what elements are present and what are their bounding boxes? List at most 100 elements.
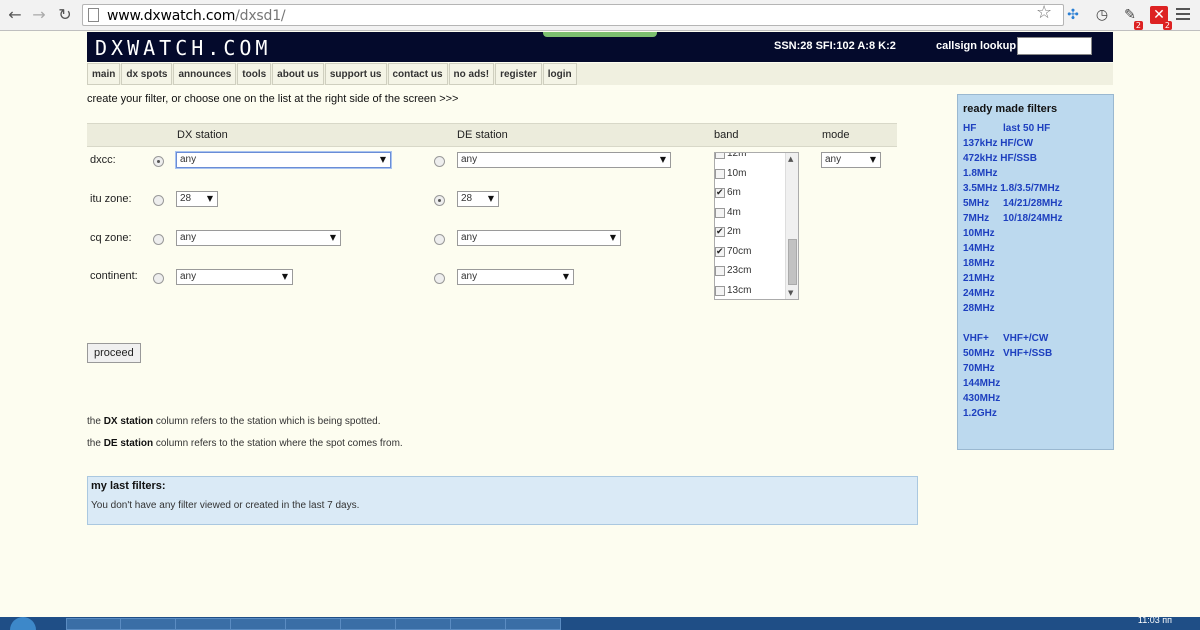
cq-de-radio[interactable] xyxy=(434,234,445,245)
cq-dx-select[interactable]: any ▼ xyxy=(176,230,341,246)
menu-item-main[interactable]: main xyxy=(87,63,121,85)
chevron-down-icon: ▼ xyxy=(562,272,569,281)
header-tab[interactable] xyxy=(543,32,657,37)
menu-icon[interactable] xyxy=(1176,8,1190,20)
menu-item-login[interactable]: login xyxy=(542,63,577,85)
taskbar-app-explorer[interactable] xyxy=(66,618,122,630)
filter-link[interactable]: 7MHz xyxy=(963,213,989,224)
taskbar-app-5[interactable] xyxy=(285,618,341,630)
mode-select[interactable]: any ▼ xyxy=(821,152,881,168)
band-option-label: 70cm xyxy=(727,245,752,257)
taskbar-app-8[interactable] xyxy=(450,618,506,630)
scroll-up-icon[interactable]: ▲ xyxy=(788,155,793,163)
filter-link[interactable]: 472kHz HF/SSB xyxy=(963,153,1037,164)
itu-dx-radio[interactable] xyxy=(153,195,164,206)
filter-link[interactable]: 28MHz xyxy=(963,303,995,314)
filter-link[interactable]: VHF+/CW xyxy=(1003,333,1048,344)
continent-de-select[interactable]: any ▼ xyxy=(457,269,574,285)
taskbar-app-media[interactable] xyxy=(120,618,176,630)
scroll-down-icon[interactable]: ▼ xyxy=(788,289,793,297)
cq-zone-label: cq zone: xyxy=(90,232,132,244)
filter-link[interactable]: last 50 HF xyxy=(1003,123,1050,134)
address-bar[interactable]: www.dxwatch.com/dxsd1/ xyxy=(82,4,1064,26)
filter-link[interactable]: 70MHz xyxy=(963,363,995,374)
filter-link[interactable]: 24MHz xyxy=(963,288,995,299)
band-list[interactable]: 12m 10m ✔ 6m 4m ✔ 2m ✔ 70cm 23cm 13cm ▲ ▼ xyxy=(714,152,799,300)
menu-item-announces[interactable]: announces xyxy=(173,63,237,85)
extension-icon[interactable]: ✣ xyxy=(1064,6,1082,24)
filter-link[interactable]: 137kHz HF/CW xyxy=(963,138,1033,149)
checkbox-checked-icon[interactable]: ✔ xyxy=(715,227,725,237)
band-list-scrollbar[interactable]: ▲ ▼ xyxy=(785,153,798,299)
start-button[interactable] xyxy=(10,617,36,630)
filter-link[interactable]: 21MHz xyxy=(963,273,995,284)
filter-link[interactable]: 50MHz xyxy=(963,348,995,359)
filter-row: 430MHz xyxy=(963,393,1000,404)
filter-link[interactable]: VHF+ xyxy=(963,333,989,344)
filter-link[interactable]: 3.5MHz 1.8/3.5/7MHz xyxy=(963,183,1060,194)
filter-table-header: DX station DE station band mode xyxy=(87,123,897,147)
menu-item-no-ads[interactable]: no ads! xyxy=(448,63,495,85)
filter-link[interactable]: 144MHz xyxy=(963,378,1000,389)
checkbox-icon[interactable] xyxy=(715,266,725,276)
callsign-lookup-input[interactable] xyxy=(1017,37,1092,55)
site-logo[interactable]: DXWATCH.COM xyxy=(95,36,271,60)
checkbox-icon[interactable] xyxy=(715,168,725,179)
filter-link[interactable]: 1.8MHz xyxy=(963,168,997,179)
itu-de-radio[interactable] xyxy=(434,195,445,206)
dxcc-label: dxcc: xyxy=(90,154,116,166)
filter-link[interactable]: 1.2GHz xyxy=(963,408,997,419)
itu-de-select[interactable]: 28 ▼ xyxy=(457,191,499,207)
menu-item-tools[interactable]: tools xyxy=(237,63,272,85)
filter-link[interactable]: 10MHz xyxy=(963,228,995,239)
checkbox-icon[interactable] xyxy=(715,207,725,218)
tools-extension-icon[interactable]: ✎ 2 xyxy=(1121,6,1143,30)
filter-link[interactable]: 18MHz xyxy=(963,258,995,269)
filter-row: 1.8MHz xyxy=(963,168,997,179)
dxcc-de-select[interactable]: any ▼ xyxy=(457,152,671,168)
cq-dx-radio[interactable] xyxy=(153,234,164,245)
filter-link[interactable]: HF xyxy=(963,123,976,134)
taskbar-app-chrome[interactable] xyxy=(175,618,231,630)
filter-link[interactable]: 14MHz xyxy=(963,243,995,254)
checkbox-icon[interactable] xyxy=(715,285,725,296)
reload-icon[interactable]: ↻ xyxy=(54,4,76,26)
adblock-extension-icon[interactable]: ✕ 2 xyxy=(1150,6,1172,30)
forward-arrow-icon[interactable]: → xyxy=(28,4,50,26)
continent-dx-radio[interactable] xyxy=(153,273,164,284)
itu-dx-select[interactable]: 28 ▼ xyxy=(176,191,218,207)
filter-link[interactable]: 430MHz xyxy=(963,393,1000,404)
cq-de-select[interactable]: any ▼ xyxy=(457,230,621,246)
filter-row: 5MHz 14/21/28MHz xyxy=(963,198,1062,209)
band-option-label: 12m xyxy=(727,152,747,159)
proceed-button[interactable]: proceed xyxy=(87,343,141,363)
checkbox-checked-icon[interactable]: ✔ xyxy=(715,188,725,198)
checkbox-checked-icon[interactable]: ✔ xyxy=(715,246,725,257)
dxcc-dx-select[interactable]: any ▼ xyxy=(176,152,391,168)
continent-dx-select[interactable]: any ▼ xyxy=(176,269,293,285)
menu-item-contact-us[interactable]: contact us xyxy=(387,63,448,85)
taskbar-app-4[interactable] xyxy=(230,618,286,630)
checkbox-icon[interactable] xyxy=(715,153,725,159)
filter-link[interactable]: 10/18/24MHz xyxy=(1003,213,1062,224)
dxcc-dx-radio[interactable] xyxy=(153,156,164,167)
taskbar-app-9[interactable] xyxy=(505,618,561,630)
filter-link[interactable]: VHF+/SSB xyxy=(1003,348,1052,359)
menu-item-about-us[interactable]: about us xyxy=(272,63,324,85)
filter-link[interactable]: 5MHz xyxy=(963,198,989,209)
menu-item-support-us[interactable]: support us xyxy=(324,63,387,85)
back-arrow-icon[interactable]: ← xyxy=(4,4,26,26)
bookmark-star-icon[interactable]: ☆ xyxy=(1036,2,1052,23)
continent-label: continent: xyxy=(90,270,138,282)
menu-item-dx-spots[interactable]: dx spots xyxy=(121,63,173,85)
continent-de-radio[interactable] xyxy=(434,273,445,284)
clock-extension-icon[interactable]: ◷ xyxy=(1093,6,1111,24)
dxcc-de-radio[interactable] xyxy=(434,156,445,167)
taskbar-app-7[interactable] xyxy=(395,618,451,630)
menu-item-register[interactable]: register xyxy=(495,63,542,85)
last-filters-title: my last filters: xyxy=(91,480,166,492)
scrollbar-thumb[interactable] xyxy=(788,239,797,285)
band-option-label: 4m xyxy=(727,206,741,218)
taskbar-app-6[interactable] xyxy=(340,618,396,630)
filter-link[interactable]: 14/21/28MHz xyxy=(1003,198,1062,209)
